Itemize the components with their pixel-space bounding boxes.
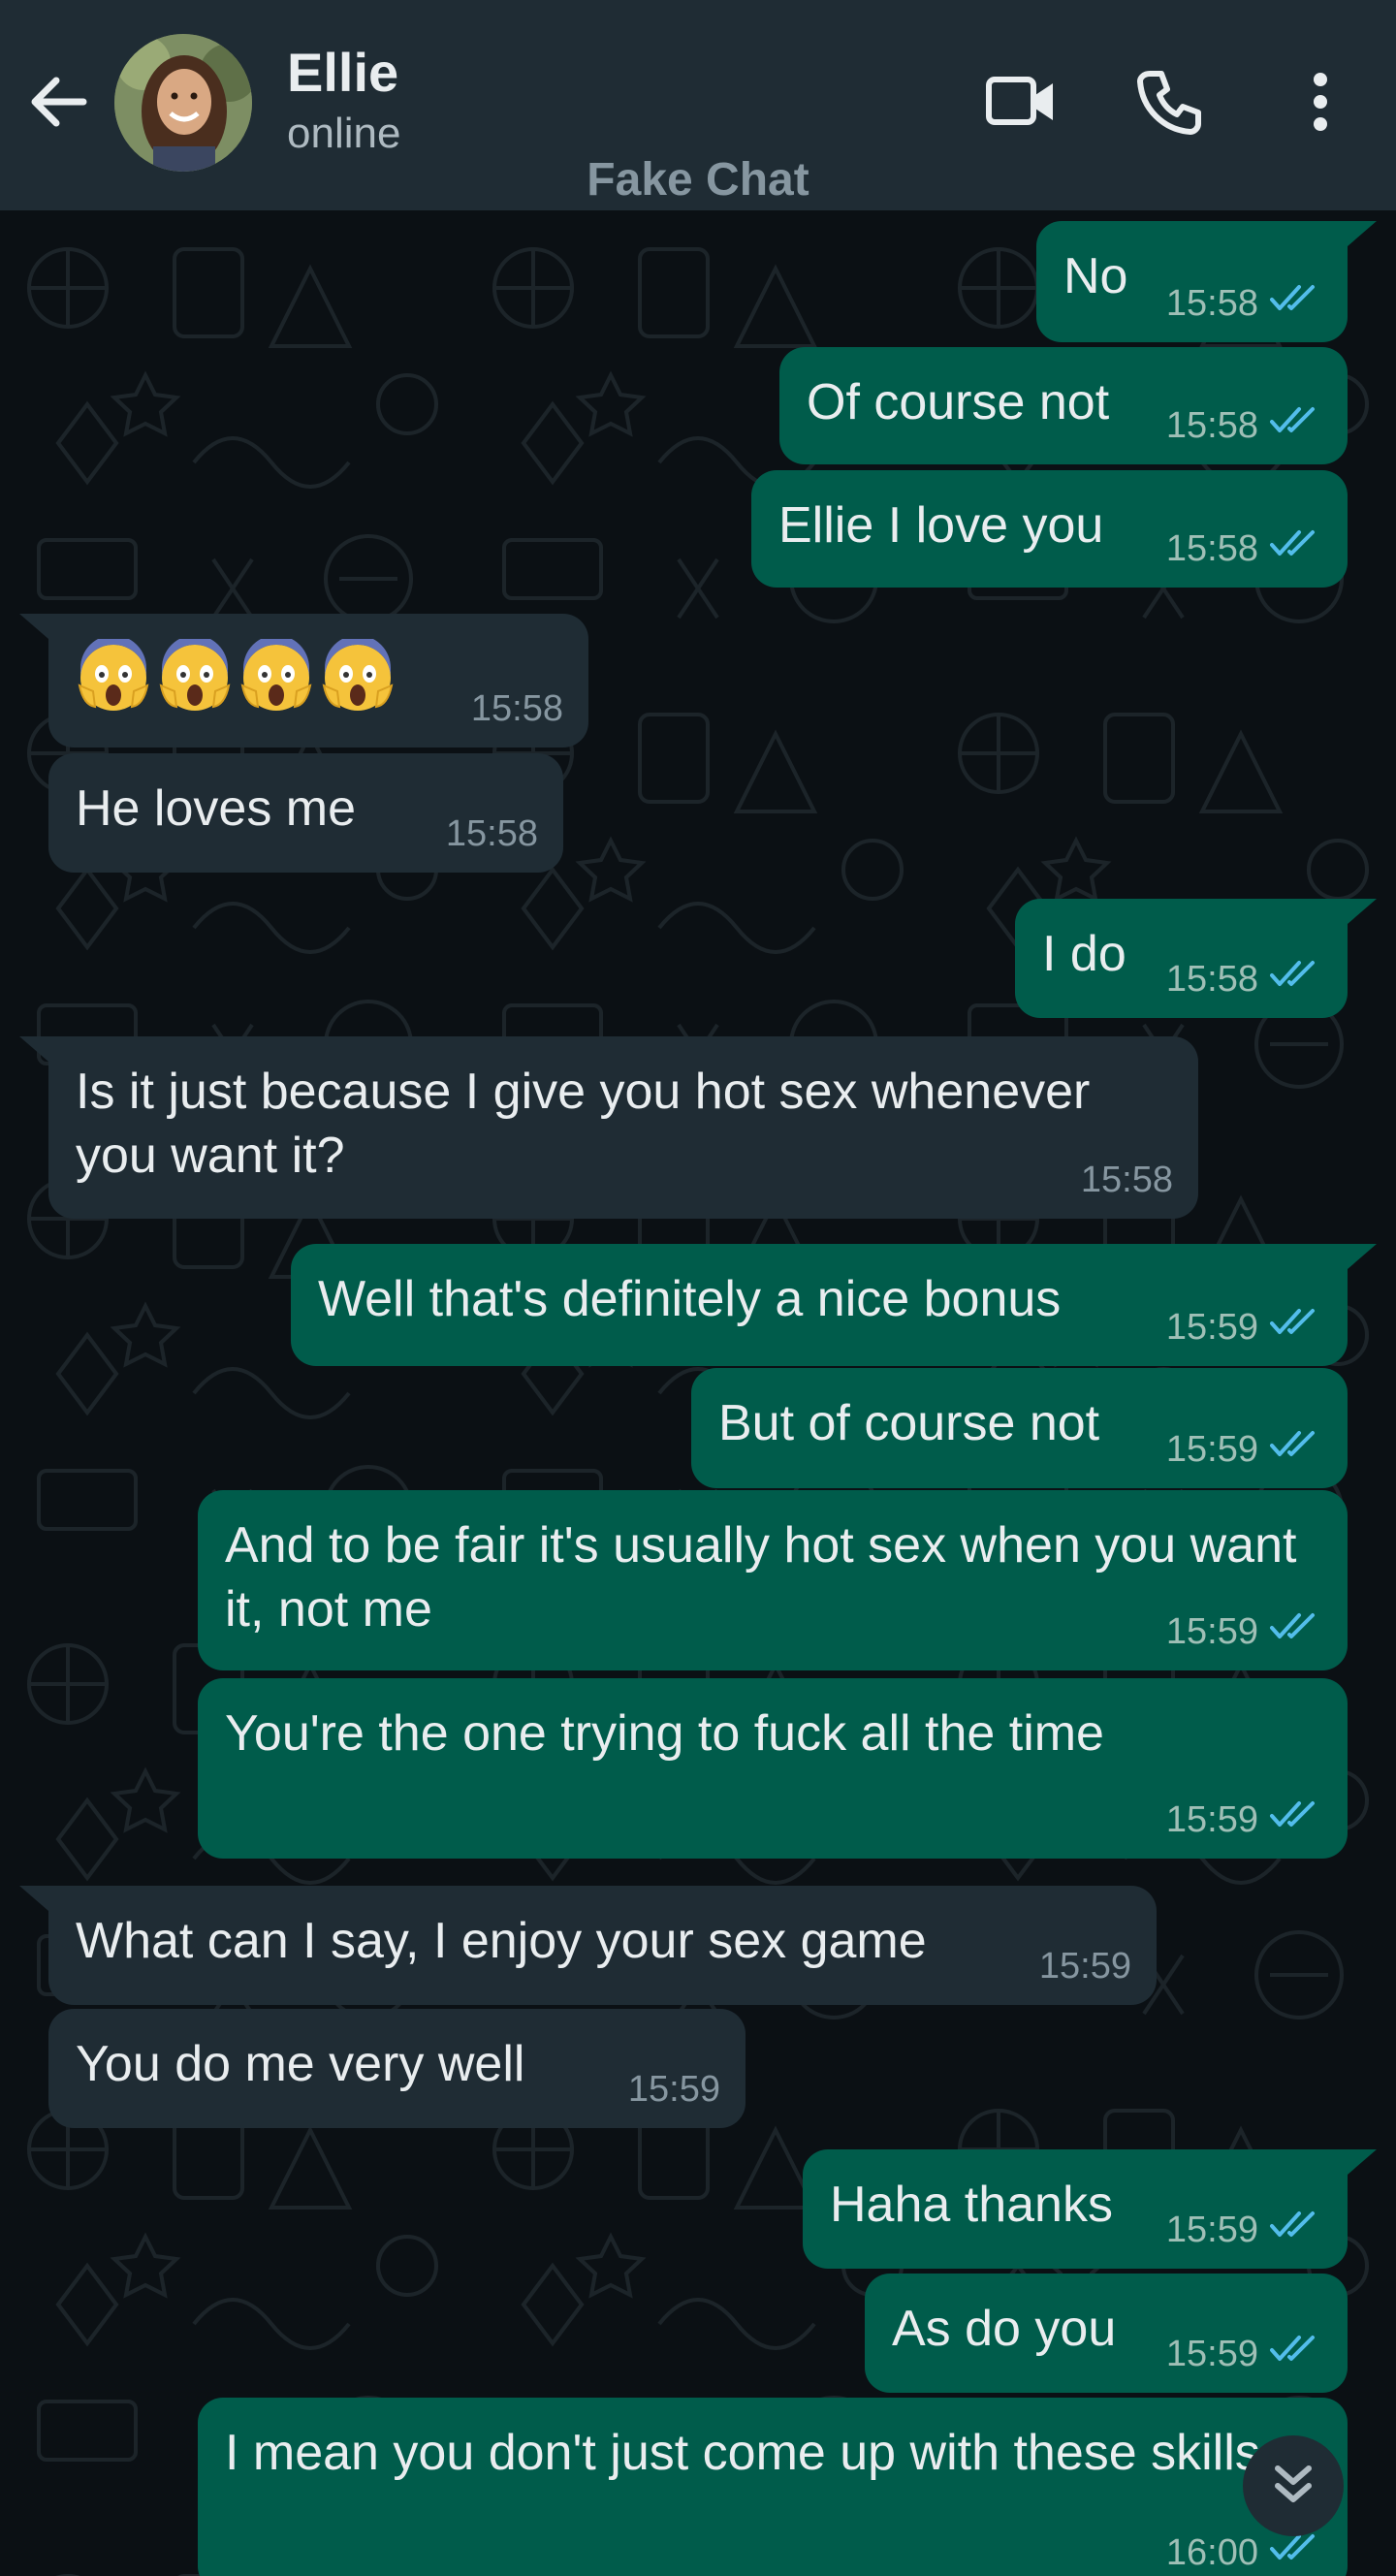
read-ticks-icon — [1270, 1431, 1315, 1456]
read-ticks-icon — [1268, 2333, 1322, 2375]
screaming-face-emoji — [322, 639, 394, 711]
message-meta: 15:58 — [1166, 958, 1322, 1001]
message-meta: 16:00 — [1166, 2531, 1322, 2574]
incoming-message[interactable]: 😱😱😱😱15:58 — [48, 614, 588, 747]
outgoing-message[interactable]: But of course not 15:59 — [691, 1368, 1348, 1488]
phone-icon[interactable] — [1136, 68, 1204, 141]
message-time: 15:58 — [1080, 1160, 1173, 1200]
message-time: 15:58 — [1165, 282, 1258, 324]
message-text: And to be fair it's usually hot sex when… — [225, 1517, 1311, 1638]
video-call-icon[interactable] — [985, 70, 1057, 139]
chat-area[interactable]: No 15:58 Of course not 15:58 Ellie I love yo… — [0, 210, 1396, 2576]
chat-header: Ellie online Fake Chat — [0, 0, 1396, 210]
message-text: Is it just because I give you hot sex wh… — [76, 1064, 1104, 1184]
message-time: 15:59 — [1165, 2209, 1258, 2250]
read-ticks-icon — [1268, 1306, 1322, 1349]
bubble-tail — [19, 1886, 48, 1911]
bubble-tail — [19, 614, 48, 639]
message-meta: 15:59 — [1166, 1610, 1322, 1653]
read-ticks-icon — [1268, 527, 1322, 570]
message-meta: 15:59 — [628, 2069, 720, 2111]
contact-name[interactable]: Ellie — [287, 41, 398, 104]
message-meta: 15:58 — [1166, 527, 1322, 570]
outgoing-message[interactable]: I mean you don't just come up with these… — [198, 2398, 1348, 2576]
more-options-icon[interactable] — [1305, 72, 1336, 137]
message-meta: 15:59 — [1166, 1428, 1322, 1471]
message-time: 15:59 — [627, 2069, 720, 2110]
read-ticks-icon — [1268, 2531, 1322, 2574]
outgoing-message[interactable]: I do 15:58 — [1015, 899, 1348, 1018]
message-meta: 15:59 — [1166, 1798, 1322, 1841]
watermark: Fake Chat — [587, 154, 809, 206]
read-ticks-icon — [1270, 285, 1315, 310]
read-ticks-icon — [1268, 2209, 1322, 2251]
message-time: 15:59 — [1165, 2333, 1258, 2374]
incoming-message[interactable]: You do me very well 15:59 — [48, 2009, 746, 2128]
read-ticks-icon — [1268, 1428, 1322, 1471]
bubble-tail — [1348, 899, 1377, 924]
message-text: You're the one trying to fuck all the ti… — [225, 1705, 1104, 1762]
message-time: 16:00 — [1165, 2531, 1258, 2573]
message-meta: 15:59 — [1166, 2333, 1322, 2375]
message-meta: 15:59 — [1166, 1306, 1322, 1349]
outgoing-message[interactable]: Ellie I love you 15:58 — [751, 470, 1348, 588]
message-text: You do me very well — [76, 2036, 525, 2092]
bubble-tail — [1348, 1244, 1377, 1269]
incoming-message[interactable]: What can I say, I enjoy your sex game 15:… — [48, 1886, 1157, 2005]
read-ticks-icon — [1268, 1798, 1322, 1841]
bubble-tail — [19, 1036, 48, 1062]
message-meta: 15:58 — [471, 688, 563, 730]
message-time: 15:58 — [1165, 404, 1258, 446]
message-meta: 15:59 — [1166, 2209, 1322, 2251]
message-time: 15:58 — [470, 688, 563, 729]
message-time: 15:59 — [1165, 1610, 1258, 1652]
read-ticks-icon — [1268, 958, 1322, 1001]
read-ticks-icon — [1270, 1801, 1315, 1827]
message-meta: 15:58 — [1166, 404, 1322, 447]
message-time: 15:59 — [1165, 1798, 1258, 1840]
read-ticks-icon — [1270, 1309, 1315, 1334]
bubble-tail — [1348, 221, 1377, 246]
message-text: I mean you don't just come up with these… — [225, 2425, 1260, 2481]
avatar[interactable] — [114, 34, 252, 172]
contact-status: online — [287, 110, 401, 157]
message-meta: 15:58 — [446, 813, 538, 855]
bubble-tail — [1348, 2149, 1377, 2175]
message-time: 15:58 — [1165, 958, 1258, 1000]
message-time: 15:59 — [1038, 1946, 1131, 1987]
read-ticks-icon — [1270, 2534, 1315, 2560]
message-time: 15:58 — [445, 813, 538, 854]
screaming-face-emoji — [78, 639, 149, 711]
read-ticks-icon — [1270, 2336, 1315, 2361]
message-meta: 15:59 — [1039, 1946, 1131, 1988]
outgoing-message[interactable]: As do you 15:59 — [865, 2274, 1348, 2393]
message-text: What can I say, I enjoy your sex game — [76, 1913, 927, 1969]
message-time: 15:58 — [1165, 527, 1258, 569]
read-ticks-icon — [1270, 961, 1315, 986]
read-ticks-icon — [1270, 1613, 1315, 1638]
outgoing-message[interactable]: Well that's definitely a nice bonus 15:59 — [291, 1244, 1348, 1366]
back-arrow-icon[interactable] — [27, 70, 91, 134]
outgoing-message[interactable]: Haha thanks 15:59 — [803, 2149, 1348, 2269]
outgoing-message[interactable]: Of course not 15:58 — [779, 347, 1348, 464]
message-meta: 15:58 — [1081, 1160, 1173, 1201]
outgoing-message[interactable]: You're the one trying to fuck all the ti… — [198, 1678, 1348, 1859]
read-ticks-icon — [1270, 407, 1315, 432]
screaming-face-emoji — [159, 639, 231, 711]
scroll-to-bottom-button[interactable] — [1243, 2435, 1344, 2536]
message-meta: 15:58 — [1166, 282, 1322, 325]
read-ticks-icon — [1268, 282, 1322, 325]
read-ticks-icon — [1270, 530, 1315, 556]
message-time: 15:59 — [1165, 1428, 1258, 1470]
outgoing-message[interactable]: No 15:58 — [1036, 221, 1348, 342]
read-ticks-icon — [1268, 404, 1322, 447]
message-time: 15:59 — [1165, 1306, 1258, 1348]
incoming-message[interactable]: Is it just because I give you hot sex wh… — [48, 1036, 1198, 1219]
outgoing-message[interactable]: And to be fair it's usually hot sex when… — [198, 1490, 1348, 1670]
double-chevron-down-icon — [1275, 2465, 1312, 2502]
read-ticks-icon — [1268, 1610, 1322, 1653]
screaming-face-emoji — [240, 639, 312, 711]
incoming-message[interactable]: He loves me 15:58 — [48, 753, 563, 873]
read-ticks-icon — [1270, 2211, 1315, 2237]
